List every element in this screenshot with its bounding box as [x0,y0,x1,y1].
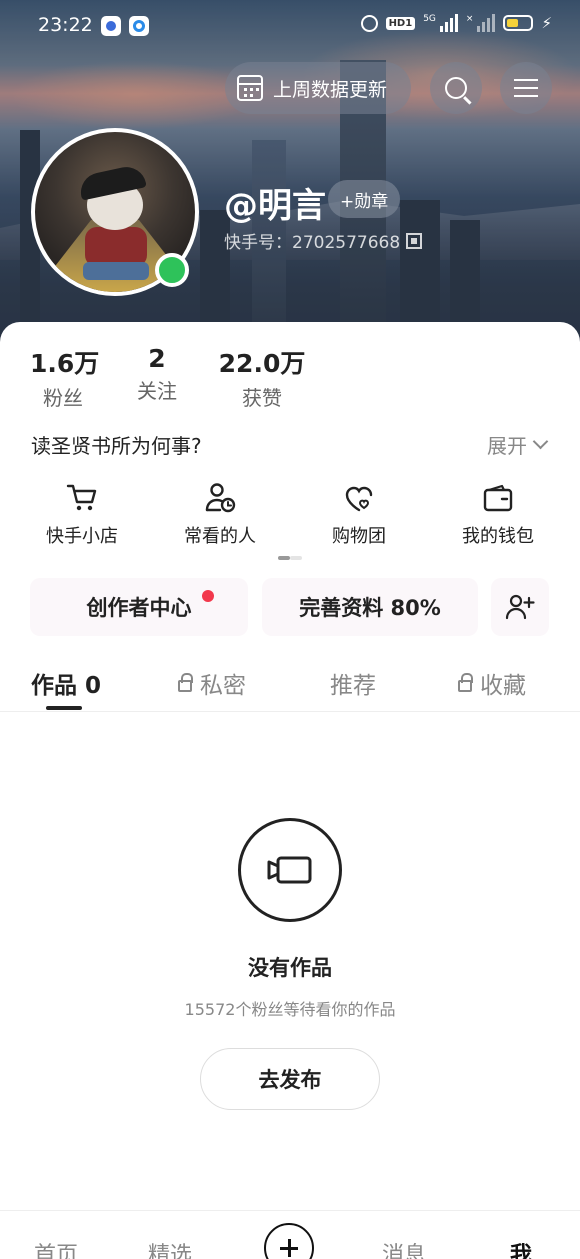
creator-center-label: 创作者中心 [86,596,192,620]
create-post-button[interactable] [264,1223,314,1259]
chevron-down-icon [532,433,549,450]
shortcut-kuaishou-store[interactable]: 快手小店 [22,480,142,548]
profile-sheet [0,322,580,1259]
bio-text: 读圣贤书所为何事? [31,434,202,458]
nav-home[interactable]: 首页 [34,1237,78,1259]
calendar-icon [237,75,263,101]
person-clock-icon [205,483,236,513]
kuaishou-id[interactable]: 快手号：2702577668 [224,228,423,253]
empty-state-title: 没有作品 [248,956,332,980]
shortcut-shopping-group[interactable]: 购物团 [299,480,419,548]
expand-bio-button[interactable]: 展开 [487,430,549,459]
baidu-app-icon [101,16,121,36]
lock-icon [178,673,193,692]
content-tabs: 作品 0 私密 推荐 收藏 [0,660,580,712]
shortcut-label: 我的钱包 [462,526,534,547]
active-tab-indicator [46,706,82,710]
shortcut-row: 快手小店 常看的人 购物团 我的钱包 [0,480,580,560]
online-status-dot [155,253,189,287]
stat-followers[interactable]: 1.6万 粉丝 [30,344,100,411]
complete-profile-button[interactable]: 完善资料 80% [262,578,478,636]
browser-app-icon [129,16,149,36]
weekly-data-label: 上周数据更新 [273,78,388,101]
bottom-nav: 首页 精选 消息 我 [0,1210,580,1259]
notification-dot [202,590,214,602]
add-badge-button[interactable]: +勋章 [328,180,401,218]
kuaishou-id-text: 快手号：2702577668 [224,233,401,253]
tab-label: 私密 [200,673,246,699]
no-service-label: × [465,14,474,24]
shortcut-label: 快手小店 [46,526,118,547]
tab-works[interactable]: 作品 0 [31,666,101,700]
shortcut-frequent-people[interactable]: 常看的人 [160,480,280,548]
stat-label: 粉丝 [43,386,83,410]
tab-favorites[interactable]: 收藏 [458,666,526,700]
search-button[interactable] [430,62,482,114]
creator-center-button[interactable]: 创作者中心 [30,578,248,636]
tab-label: 推荐 [330,673,376,699]
tab-private[interactable]: 私密 [178,666,246,700]
stats-row: 1.6万 粉丝 2 关注 22.0万 获赞 [0,344,580,410]
heart-bag-icon [345,486,373,512]
status-bar: 23:22 HD1 5G × ⚡ [0,0,580,52]
stat-following[interactable]: 2 关注 [130,344,184,404]
nav-messages[interactable]: 消息 [382,1237,426,1259]
alarm-icon [360,14,378,32]
shortcut-wallet[interactable]: 我的钱包 [438,480,558,548]
signal-2-icon [477,14,496,32]
empty-state-graphic [238,818,342,922]
stat-label: 关注 [137,379,177,403]
shortcut-pager [278,556,302,560]
username: @明言 [224,186,326,226]
wallet-icon [483,484,513,512]
expand-label: 展开 [487,434,527,458]
shortcut-label: 常看的人 [184,526,256,547]
tab-label: 作品 0 [31,673,102,699]
charging-icon: ⚡ [541,14,552,32]
stat-likes[interactable]: 22.0万 获赞 [216,344,308,411]
menu-icon [514,79,538,97]
network-type-label: 5G [423,14,436,24]
menu-button[interactable] [500,62,552,114]
shortcut-label: 购物团 [332,526,386,547]
tab-label: 收藏 [480,673,526,699]
add-user-icon [505,594,535,620]
stat-label: 获赞 [242,386,282,410]
stat-value: 2 [148,344,166,373]
stat-value: 22.0万 [218,349,306,378]
empty-state-subtitle: 15572个粉丝等待看你的作品 [184,1000,396,1019]
battery-icon [503,15,534,31]
publish-button[interactable]: 去发布 [200,1048,380,1110]
tab-recommend[interactable]: 推荐 [330,666,376,700]
stat-value: 1.6万 [30,349,100,378]
lock-icon [458,673,473,692]
hd-icon: HD1 [385,16,416,30]
search-icon [445,77,467,99]
complete-profile-label: 完善资料 80% [299,596,441,620]
video-camera-icon [267,856,312,884]
cart-icon [66,484,97,511]
nav-featured[interactable]: 精选 [148,1237,192,1259]
status-time: 23:22 [38,14,93,36]
weekly-data-button[interactable]: 上周数据更新 [225,62,411,114]
add-friend-button[interactable] [491,578,549,636]
qr-code-icon [406,232,423,249]
signal-icon [439,14,458,32]
nav-me[interactable]: 我 [510,1237,532,1259]
